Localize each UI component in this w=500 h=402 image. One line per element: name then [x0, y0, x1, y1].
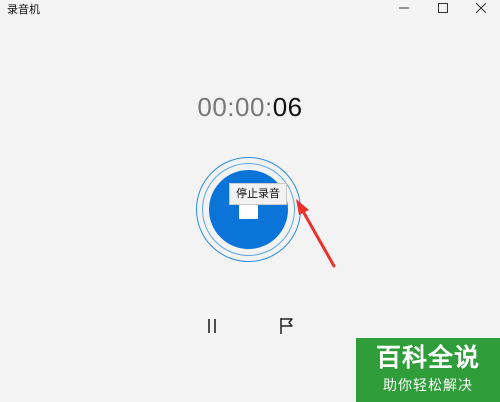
pause-button[interactable]	[198, 312, 226, 340]
pause-icon	[208, 319, 216, 333]
watermark-logo: 百科全说 助你轻松解决	[356, 338, 500, 402]
watermark-subtitle: 助你轻松解决	[383, 378, 473, 394]
flag-icon	[280, 318, 293, 334]
add-marker-button[interactable]	[273, 312, 301, 340]
watermark-title: 百科全说	[375, 343, 480, 372]
